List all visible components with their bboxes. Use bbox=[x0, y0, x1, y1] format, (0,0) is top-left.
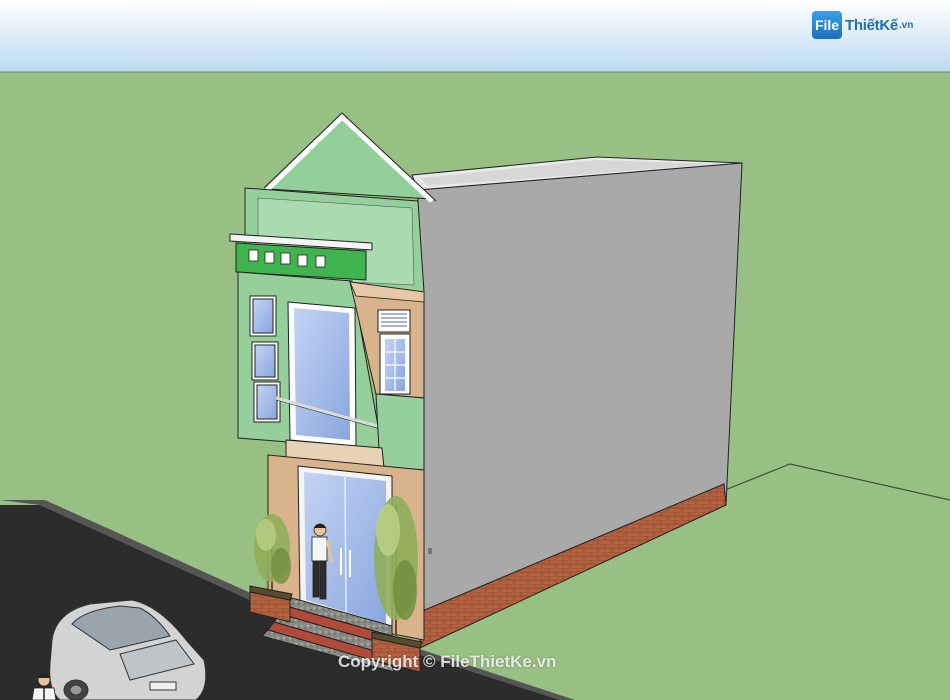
3d-house-scene bbox=[0, 0, 950, 700]
sky bbox=[0, 0, 950, 72]
left-windows bbox=[249, 295, 281, 423]
central-window-glass bbox=[294, 308, 350, 440]
logo-mark: File bbox=[812, 11, 842, 39]
site-logo-watermark: File ThiếtKế .vn bbox=[812, 10, 913, 40]
door-split bbox=[344, 476, 347, 613]
logo-suffix: .vn bbox=[898, 19, 914, 31]
copyright-watermark: Copyright © FileThietKe.vn bbox=[338, 652, 557, 671]
house-number-plate bbox=[428, 548, 432, 554]
louver-window bbox=[377, 309, 411, 333]
logo-text: ThiếtKế bbox=[845, 16, 898, 34]
